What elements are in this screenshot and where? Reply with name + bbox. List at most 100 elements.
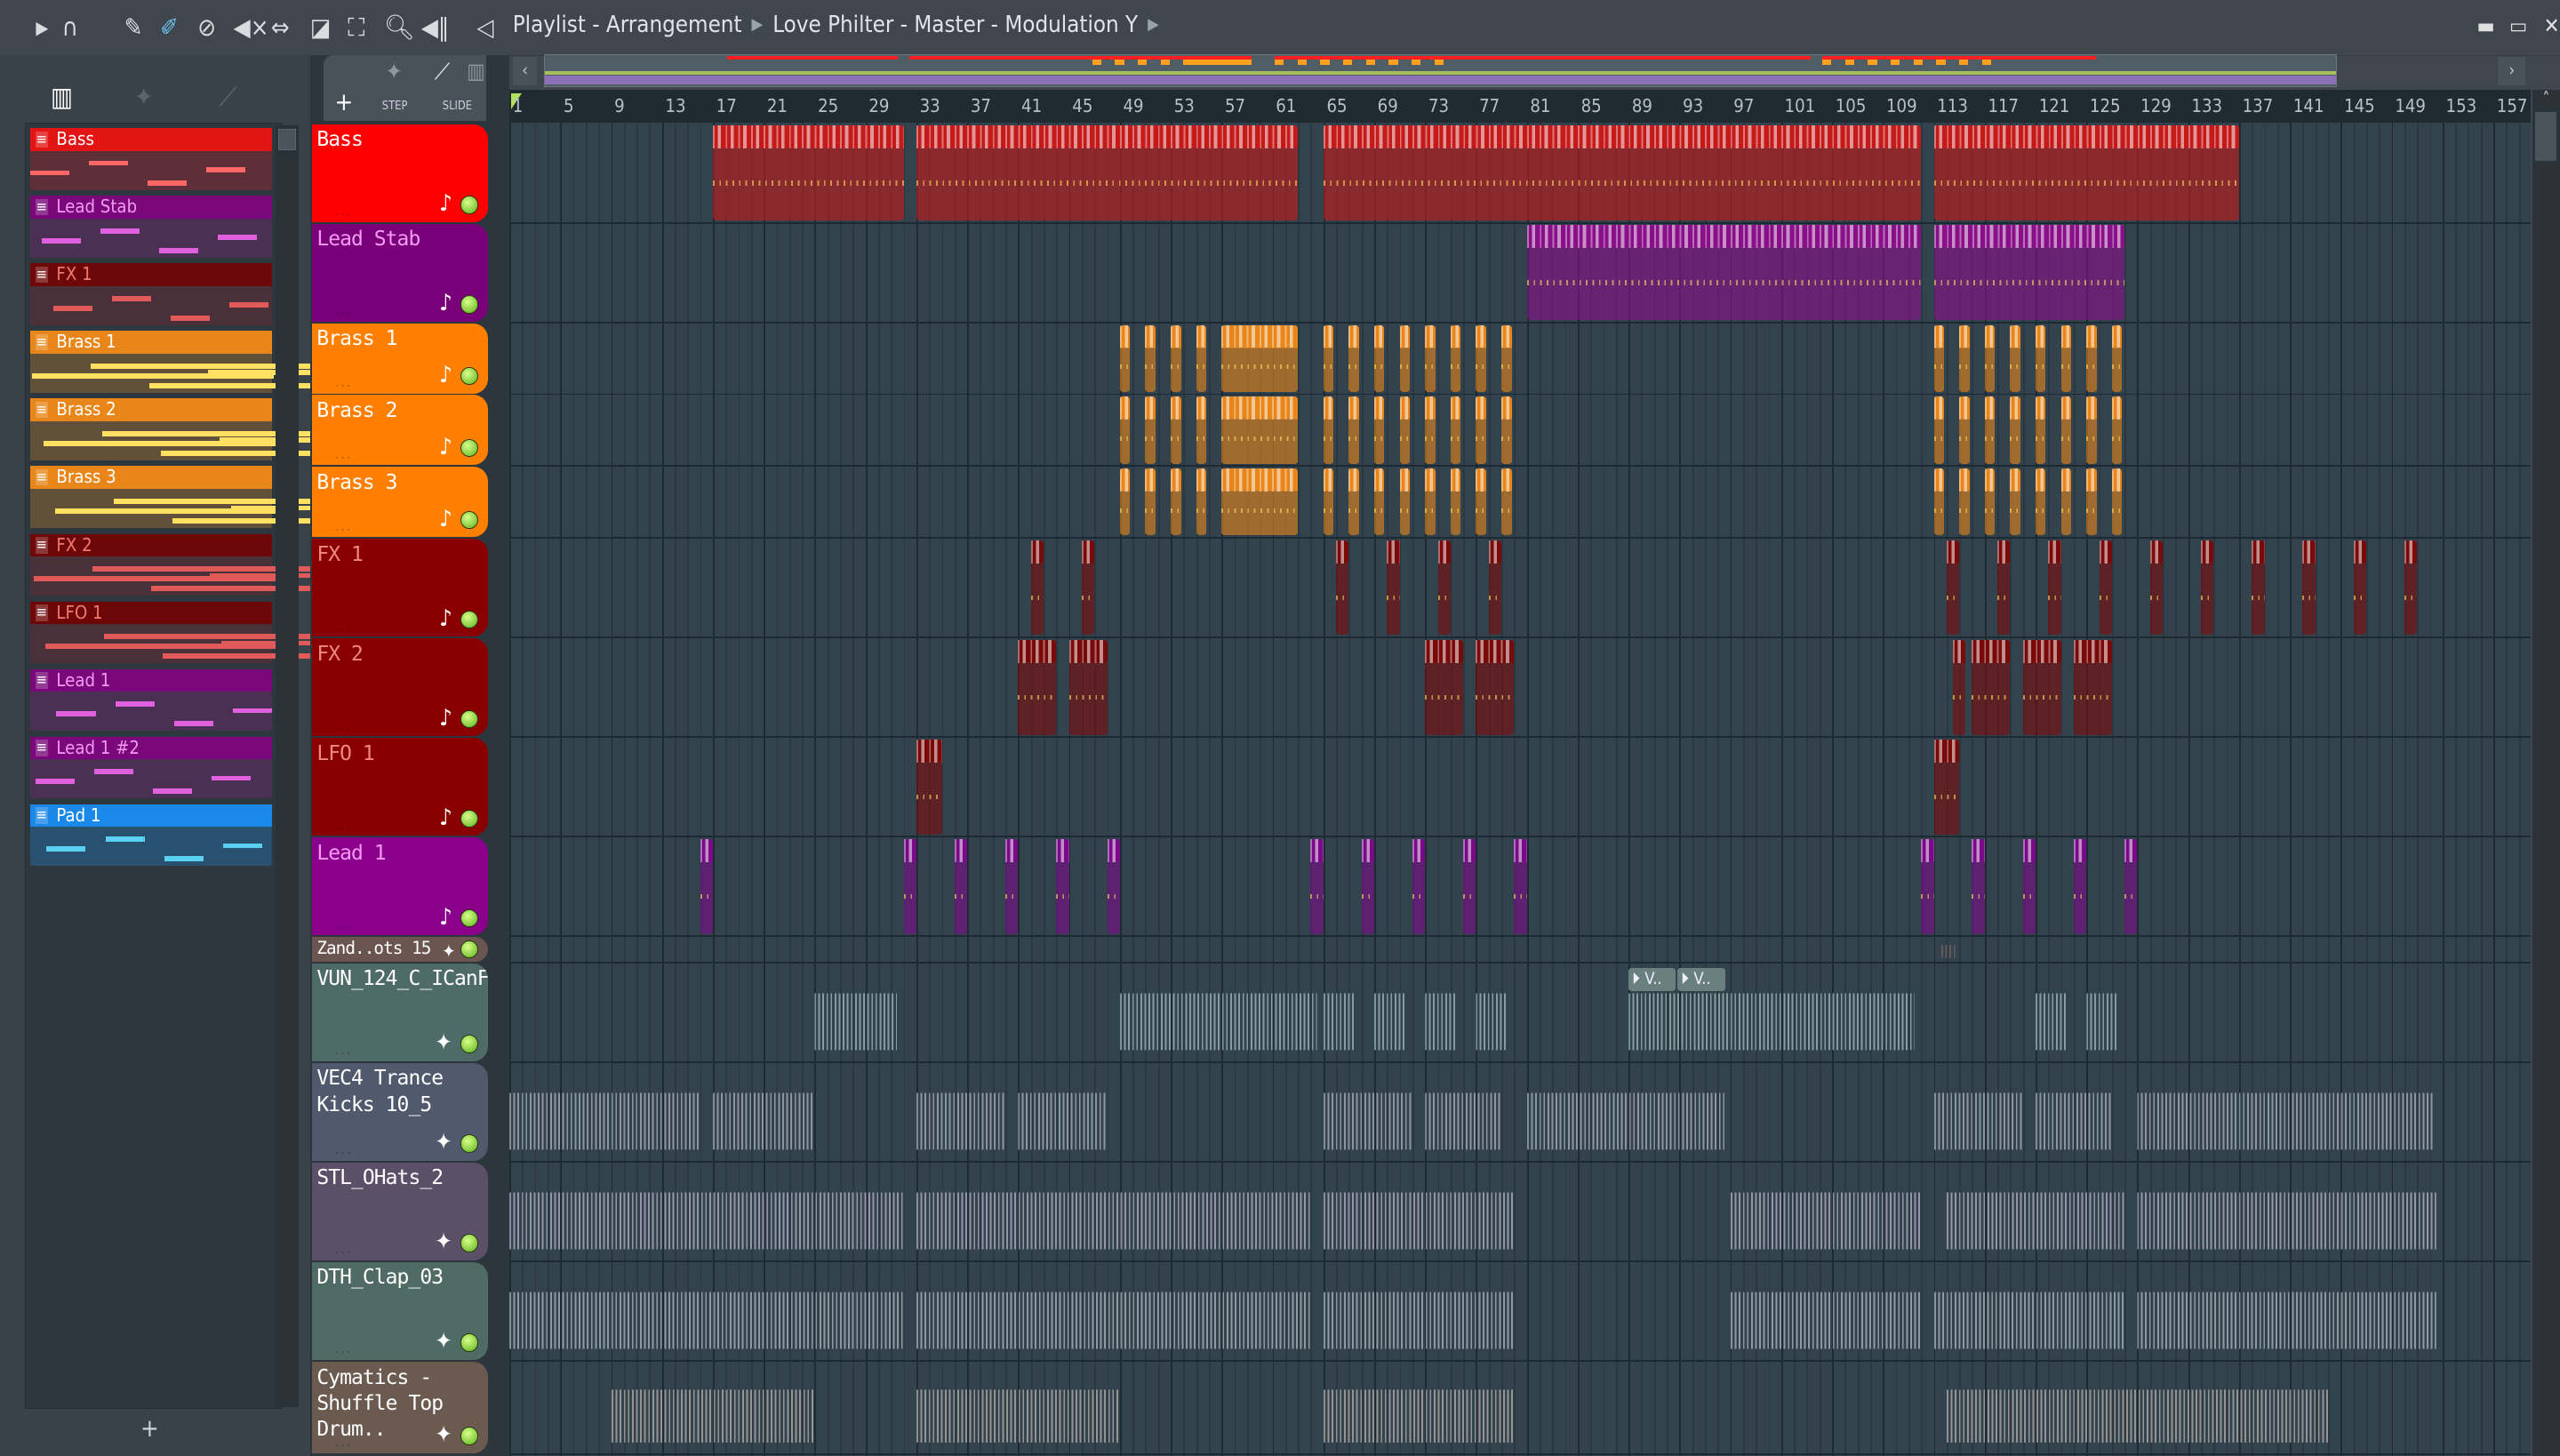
pattern-clip[interactable] — [1933, 740, 1960, 835]
pattern-clip[interactable] — [2073, 639, 2112, 735]
pattern-clip[interactable] — [1501, 468, 1512, 536]
pattern-clip[interactable] — [1933, 396, 1944, 464]
scroll-up-icon[interactable]: ˄ — [2532, 90, 2560, 108]
pattern-clip[interactable] — [1196, 396, 1207, 464]
pattern-clip[interactable] — [1171, 468, 1181, 536]
pattern-clip[interactable] — [1450, 324, 1461, 392]
track-header[interactable]: Brass 1... ♪ — [311, 323, 489, 394]
pattern-header[interactable]: ≡ Bass — [30, 128, 272, 151]
track-enable-led[interactable] — [460, 196, 479, 214]
track-name[interactable]: FX 2 — [316, 642, 486, 668]
pattern-clip[interactable] — [2201, 540, 2214, 636]
pattern-clip[interactable] — [1425, 468, 1436, 536]
audio-clip[interactable] — [1323, 1292, 1515, 1349]
pattern-clip[interactable] — [1348, 396, 1359, 464]
delete-icon[interactable]: ⊘ — [197, 13, 216, 43]
pattern-clip[interactable] — [1348, 468, 1359, 536]
track-enable-led[interactable] — [460, 908, 479, 928]
pattern-clip[interactable] — [1145, 324, 1156, 392]
pattern-clip[interactable] — [1119, 468, 1131, 536]
select-icon[interactable]: ⛶ — [348, 13, 364, 43]
pattern-clip[interactable] — [2010, 324, 2020, 392]
pattern-clip[interactable] — [2036, 468, 2046, 536]
pattern-clip[interactable] — [1171, 396, 1181, 464]
pattern-header[interactable]: ≡ Lead 1 — [30, 668, 272, 692]
track-header[interactable]: LFO 1... ♪ — [311, 738, 489, 836]
pattern-clip[interactable] — [1425, 324, 1436, 392]
pattern-clip[interactable] — [1310, 839, 1324, 934]
pattern-clip[interactable] — [1972, 639, 2011, 735]
slide-toggle[interactable]: SLIDE — [443, 100, 472, 113]
pattern-clip[interactable] — [1373, 324, 1385, 392]
pattern-clip[interactable] — [1476, 639, 1515, 735]
pattern-clip[interactable] — [1387, 540, 1400, 636]
pattern-clip[interactable] — [1221, 324, 1299, 392]
pattern-clip[interactable] — [2048, 540, 2061, 636]
pattern-clip[interactable] — [1476, 396, 1486, 464]
track-enable-led[interactable] — [460, 1134, 479, 1153]
pattern-clip[interactable] — [1196, 468, 1207, 536]
audio-clip[interactable] — [1526, 1092, 1725, 1150]
pattern-clip[interactable] — [2149, 540, 2164, 636]
track-enable-led[interactable] — [460, 510, 479, 530]
pattern-clip[interactable] — [1221, 396, 1299, 464]
pattern-item[interactable]: ≡ Brass 1 — [30, 331, 451, 394]
pattern-clip[interactable] — [1373, 468, 1385, 536]
pattern-clip[interactable] — [1056, 839, 1069, 934]
pattern-clip[interactable] — [2022, 639, 2061, 735]
pattern-clip[interactable] — [1412, 839, 1426, 934]
pattern-header[interactable]: ≡ FX 2 — [30, 533, 272, 557]
audio-clip[interactable] — [509, 1092, 700, 1150]
track-name[interactable]: FX 1 — [316, 542, 486, 568]
pattern-clip[interactable] — [1145, 468, 1156, 536]
pattern-clip[interactable] — [1119, 396, 1131, 464]
track-enable-led[interactable] — [460, 1035, 479, 1053]
track-header[interactable]: STL_OHats_2... ✦ — [311, 1162, 489, 1260]
pattern-clip[interactable] — [1348, 324, 1359, 392]
pattern-clip[interactable] — [1501, 324, 1512, 392]
pattern-item[interactable]: ≡ FX 1 — [30, 263, 272, 326]
pattern-clip[interactable] — [2252, 540, 2265, 636]
pattern-clip[interactable] — [1463, 839, 1476, 934]
track-header[interactable]: Zand..ots 15 ✦ — [311, 937, 489, 962]
pattern-clip[interactable] — [1476, 324, 1486, 392]
audio-clip[interactable] — [916, 1192, 1311, 1250]
audio-clip[interactable] — [1941, 945, 1957, 958]
paint-brush-icon[interactable]: ✐ — [160, 13, 179, 43]
pattern-clip[interactable] — [1336, 540, 1349, 636]
vertical-scrollbar[interactable]: ˄ — [2532, 90, 2560, 1456]
pattern-clip[interactable] — [1196, 324, 1207, 392]
track-enable-led[interactable] — [460, 1234, 479, 1252]
pattern-clip[interactable] — [1068, 639, 1108, 735]
minimize-button[interactable]: ▬ — [2476, 13, 2494, 38]
pattern-clip[interactable] — [1030, 540, 1044, 636]
pattern-clip[interactable] — [1959, 324, 1970, 392]
pattern-clip[interactable] — [2124, 839, 2138, 934]
pattern-clip[interactable] — [1997, 540, 2011, 636]
pattern-header[interactable]: ≡ LFO 1 — [30, 601, 272, 625]
pattern-clip[interactable] — [2086, 468, 2097, 536]
audio-clip[interactable] — [1730, 1192, 1922, 1250]
track-enable-led[interactable] — [460, 709, 479, 729]
pattern-clip[interactable] — [2036, 396, 2046, 464]
pattern-clip[interactable] — [2010, 396, 2020, 464]
pattern-clip[interactable] — [1425, 639, 1464, 735]
pattern-clip[interactable] — [1984, 396, 1996, 464]
pattern-header[interactable]: ≡ Pad 1 — [30, 804, 272, 828]
track-name[interactable]: Lead Stab — [316, 227, 486, 252]
track-name[interactable]: LFO 1 — [316, 741, 486, 767]
pattern-clip[interactable] — [1959, 396, 1970, 464]
pattern-clip[interactable] — [2111, 324, 2123, 392]
pattern-item[interactable]: ≡ Lead 1 — [30, 668, 272, 732]
track-enable-led[interactable] — [460, 1427, 479, 1445]
track-enable-led[interactable] — [460, 1333, 479, 1352]
playback-icon[interactable]: ◀‖ — [421, 13, 449, 43]
pattern-clip[interactable] — [1953, 639, 1966, 735]
pattern-clip[interactable] — [712, 125, 904, 220]
pattern-clip[interactable] — [1107, 839, 1120, 934]
play-arrow-icon[interactable]: ▶ — [36, 13, 48, 43]
track-header[interactable]: VEC4 Trance Kicks 10_5... ✦ — [311, 1062, 489, 1161]
audio-clip[interactable] — [509, 1192, 904, 1250]
breadcrumb-playlist[interactable]: Playlist - Arrangement — [513, 12, 742, 38]
mute-icon[interactable]: ◀× — [234, 13, 269, 43]
